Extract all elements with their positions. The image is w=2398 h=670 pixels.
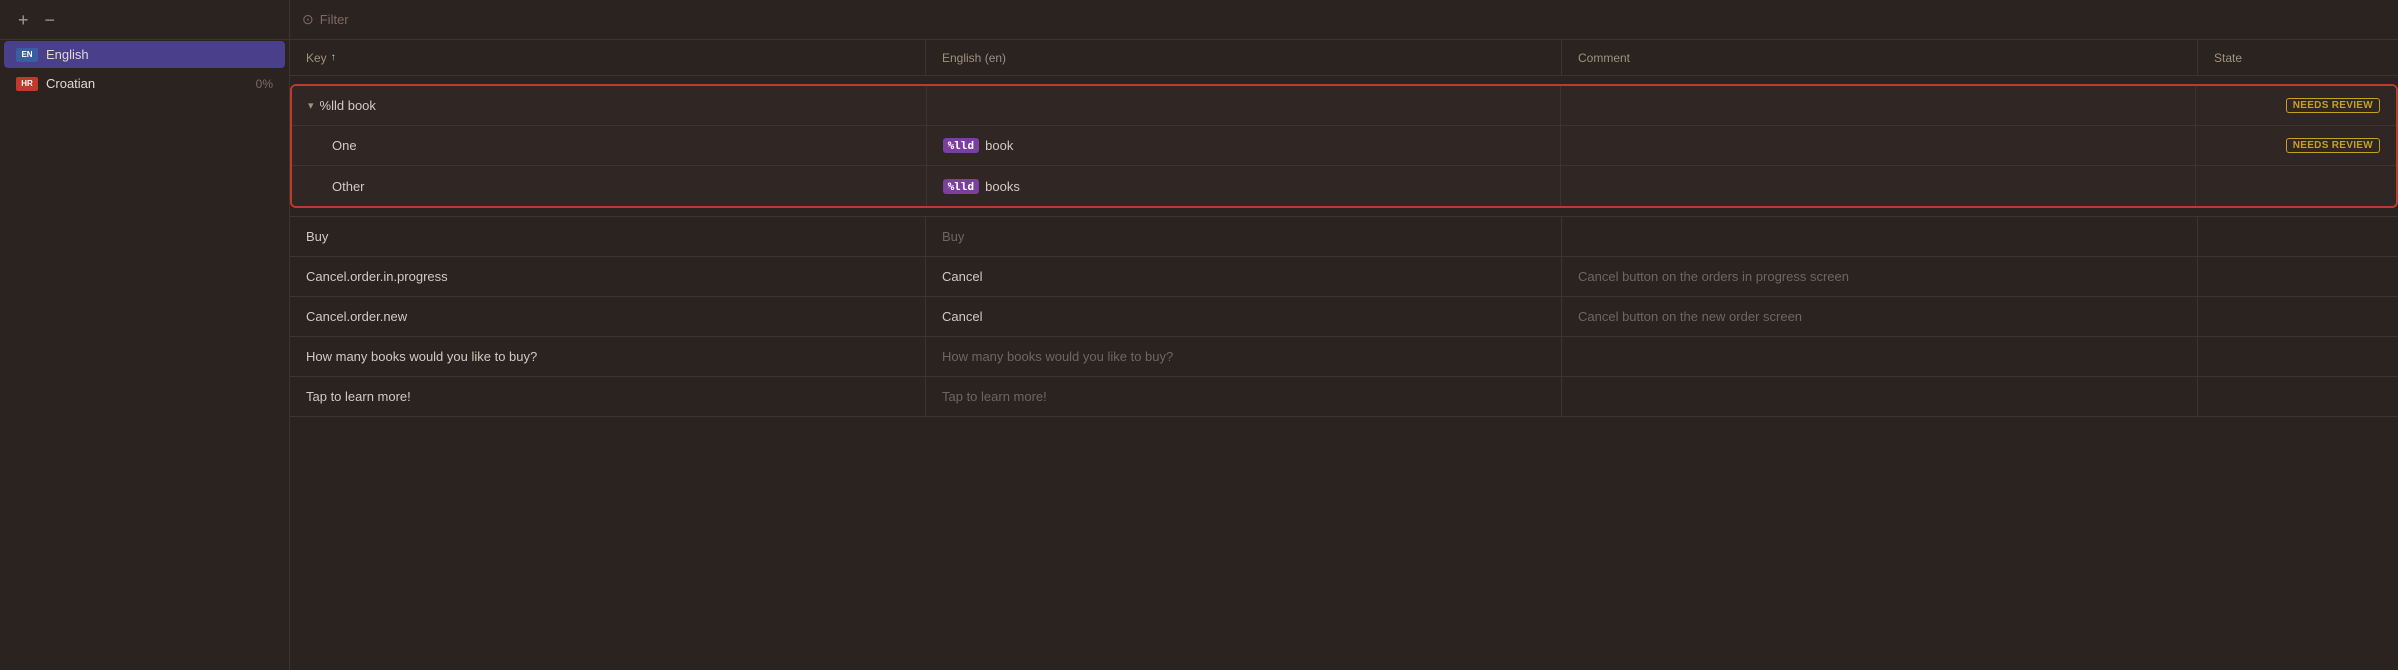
add-language-button[interactable]: + (12, 9, 35, 31)
highlighted-group: ▾ %lld book NEEDS REVIEW One %lld (290, 84, 2398, 208)
main-content: ⊙ Filter Key ↑ English (en) Comment Stat… (290, 0, 2398, 670)
row-cancelinprogress-state (2198, 257, 2398, 296)
row-taptolearn-comment (1562, 377, 2198, 416)
lang-badge-en: EN (16, 48, 38, 62)
filter-icon: ⊙ (302, 11, 314, 28)
table-row[interactable]: How many books would you like to buy? Ho… (290, 337, 2398, 377)
row-buy-comment (1562, 217, 2198, 256)
group-child-other-state (2196, 166, 2396, 206)
tag-badge-other: %lld (943, 179, 980, 194)
group-child-other-comment (1561, 166, 2196, 206)
col-header-state[interactable]: State (2198, 40, 2398, 75)
lang-badge-hr: HR (16, 77, 38, 91)
table-row[interactable]: Tap to learn more! Tap to learn more! (290, 377, 2398, 417)
group-parent-key: ▾ %lld book (292, 86, 927, 125)
row-howmany-comment (1562, 337, 2198, 376)
group-parent-value (927, 86, 1562, 125)
group-child-other-key: Other (292, 166, 927, 206)
row-cancelnew-comment: Cancel button on the new order screen (1562, 297, 2198, 336)
table-row[interactable]: Cancel.order.new Cancel Cancel button on… (290, 297, 2398, 337)
group-parent-comment (1561, 86, 2196, 125)
needs-review-badge-one: NEEDS REVIEW (2286, 138, 2380, 153)
main-header: ⊙ Filter (290, 0, 2398, 40)
lang-percent-croatian: 0% (256, 77, 273, 91)
col-header-key[interactable]: Key ↑ (290, 40, 926, 75)
group-parent-state: NEEDS REVIEW (2196, 86, 2396, 125)
row-cancelnew-state (2198, 297, 2398, 336)
table-header: Key ↑ English (en) Comment State (290, 40, 2398, 76)
row-taptolearn-key: Tap to learn more! (290, 377, 926, 416)
col-comment-label: Comment (1578, 51, 1630, 65)
group-child-other-value-text: books (985, 179, 1020, 194)
group-child-other-key-text: Other (332, 179, 365, 194)
col-key-label: Key (306, 51, 327, 65)
needs-review-badge-parent: NEEDS REVIEW (2286, 98, 2380, 113)
group-child-one-state: NEEDS REVIEW (2196, 126, 2396, 165)
row-buy-state (2198, 217, 2398, 256)
row-cancelnew-key: Cancel.order.new (290, 297, 926, 336)
group-child-other-value: %lld books (927, 166, 1562, 206)
remove-language-button[interactable]: − (39, 9, 62, 31)
group-child-one-value: %lld book (927, 126, 1562, 165)
table-row[interactable]: Buy Buy (290, 217, 2398, 257)
group-child-one-key: One (292, 126, 927, 165)
sort-arrow-key: ↑ (331, 52, 336, 63)
tag-badge-one: %lld (943, 138, 980, 153)
group-parent-row[interactable]: ▾ %lld book NEEDS REVIEW (292, 86, 2396, 126)
col-state-label: State (2214, 51, 2242, 65)
filter-bar: ⊙ Filter (302, 11, 2386, 28)
chevron-down-icon: ▾ (308, 99, 314, 112)
sidebar: + − EN English HR Croatian 0% (0, 0, 290, 670)
row-buy-value: Buy (926, 217, 1562, 256)
col-header-english[interactable]: English (en) (926, 40, 1562, 75)
row-cancelinprogress-comment: Cancel button on the orders in progress … (1562, 257, 2198, 296)
row-buy-key: Buy (290, 217, 926, 256)
row-howmany-state (2198, 337, 2398, 376)
group-child-row-one[interactable]: One %lld book NEEDS REVIEW (292, 126, 2396, 166)
row-howmany-key: How many books would you like to buy? (290, 337, 926, 376)
row-cancelinprogress-value: Cancel (926, 257, 1562, 296)
lang-name-english: English (46, 47, 273, 62)
group-child-one-comment (1561, 126, 2196, 165)
row-cancelinprogress-key: Cancel.order.in.progress (290, 257, 926, 296)
group-parent-key-text: %lld book (320, 98, 376, 113)
sidebar-toolbar: + − (0, 0, 289, 40)
row-taptolearn-value: Tap to learn more! (926, 377, 1562, 416)
filter-label: Filter (320, 12, 349, 27)
row-taptolearn-state (2198, 377, 2398, 416)
col-header-comment[interactable]: Comment (1562, 40, 2198, 75)
table-row[interactable]: Cancel.order.in.progress Cancel Cancel b… (290, 257, 2398, 297)
lang-name-croatian: Croatian (46, 76, 256, 91)
col-english-label: English (en) (942, 51, 1006, 65)
table-body: ▾ %lld book NEEDS REVIEW One %lld (290, 76, 2398, 670)
sidebar-item-croatian[interactable]: HR Croatian 0% (4, 70, 285, 97)
row-howmany-value: How many books would you like to buy? (926, 337, 1562, 376)
group-child-one-key-text: One (332, 138, 357, 153)
row-cancelnew-value: Cancel (926, 297, 1562, 336)
sidebar-item-english[interactable]: EN English (4, 41, 285, 68)
group-child-row-other[interactable]: Other %lld books (292, 166, 2396, 206)
group-child-one-value-text: book (985, 138, 1013, 153)
